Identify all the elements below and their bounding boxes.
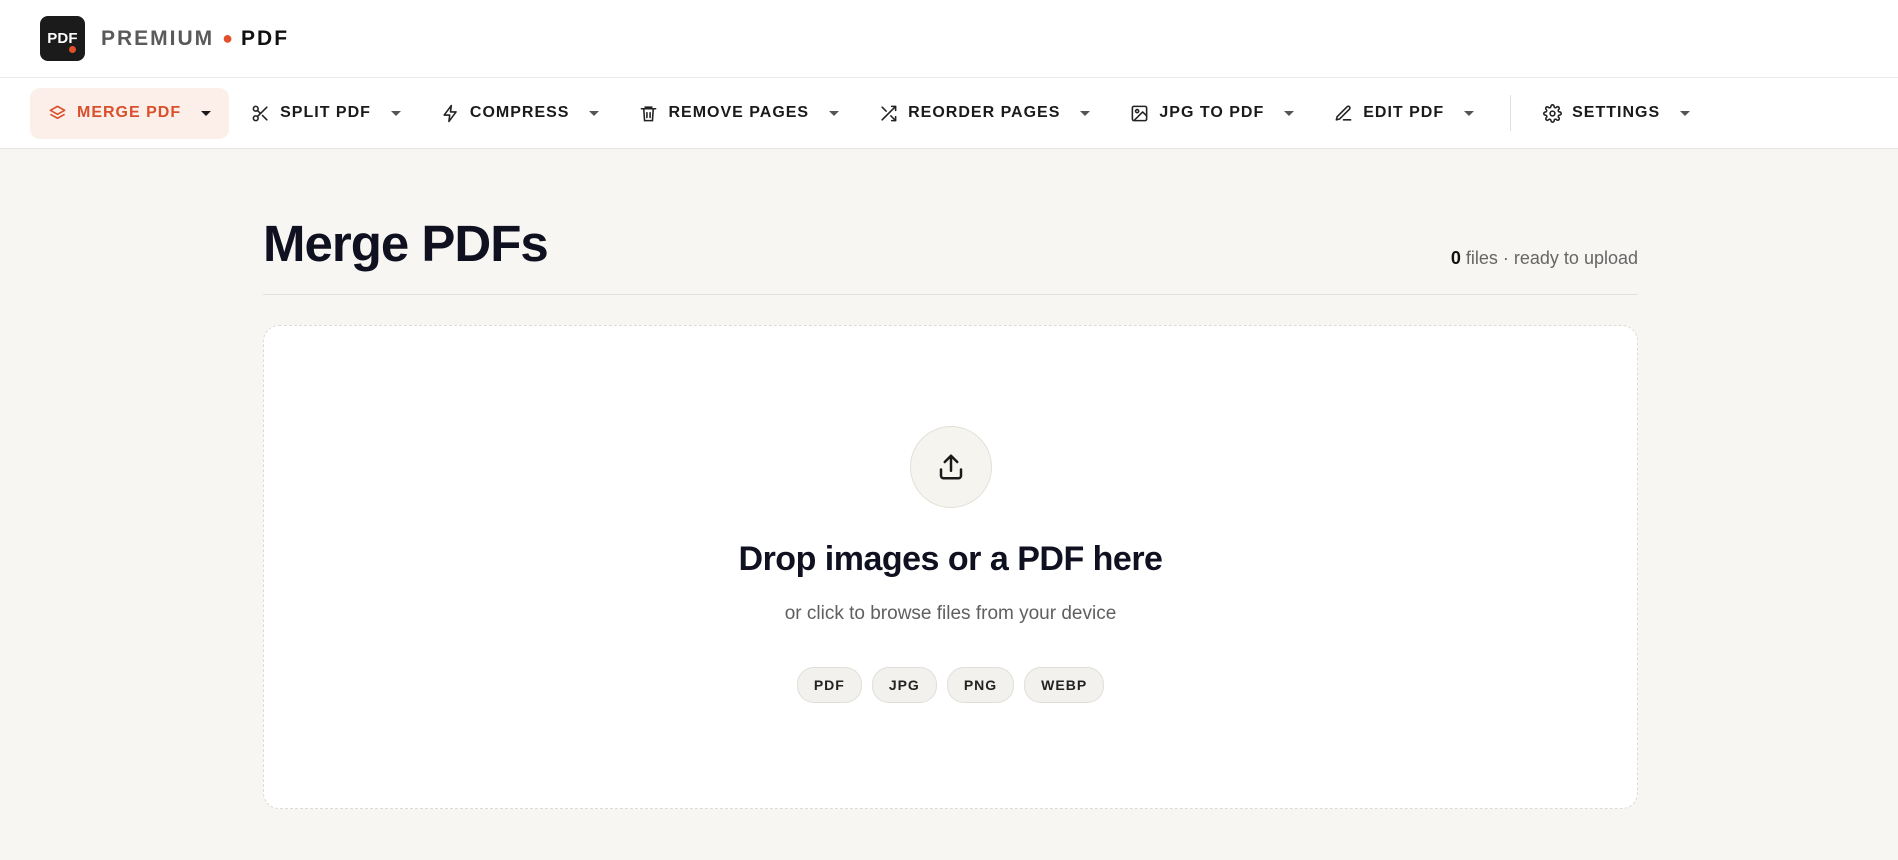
- page-title: Merge PDFs: [263, 215, 549, 272]
- logo-text: PDF: [47, 30, 78, 47]
- image-icon: [1130, 104, 1149, 123]
- nav-edit-pdf[interactable]: EDIT PDF: [1316, 88, 1492, 139]
- file-status-text: files · ready to upload: [1460, 248, 1638, 269]
- file-count-status: 0 files · ready to upload: [1451, 248, 1638, 269]
- format-chip-pdf: PDF: [796, 667, 862, 704]
- nav-reorder-pages-label: REORDER PAGES: [908, 104, 1061, 121]
- nav-compress[interactable]: COMPRESS: [423, 88, 618, 139]
- chevron-down-icon: [201, 110, 212, 116]
- format-chip-png: PNG: [946, 667, 1015, 704]
- chevron-down-icon: [1680, 110, 1691, 116]
- tool-nav: MERGE PDF SPLIT PDF COMPRESS REMOVE PAGE…: [0, 78, 1898, 149]
- brand-name-part2: PDF: [241, 26, 290, 50]
- nav-settings[interactable]: SETTINGS: [1525, 88, 1708, 139]
- dropzone-subtitle: or click to browse files from your devic…: [784, 603, 1117, 625]
- format-chip-jpg: JPG: [871, 667, 937, 704]
- brand-separator: ●: [222, 28, 236, 48]
- nav-edit-pdf-label: EDIT PDF: [1363, 104, 1445, 121]
- main-content: Merge PDFs 0 files · ready to upload Dro…: [263, 150, 1638, 810]
- chevron-down-icon: [390, 110, 401, 116]
- nav-split-pdf[interactable]: SPLIT PDF: [233, 88, 419, 139]
- chevron-down-icon: [1080, 110, 1091, 116]
- app-logo[interactable]: PDF: [40, 16, 85, 61]
- layers-icon: [48, 104, 67, 123]
- format-chips: PDF JPG PNG WEBP: [796, 667, 1105, 704]
- nav-jpg-to-pdf[interactable]: JPG TO PDF: [1112, 88, 1312, 139]
- brand-name-part1: PREMIUM: [101, 26, 215, 50]
- nav-settings-label: SETTINGS: [1572, 104, 1661, 121]
- pen-icon: [1334, 104, 1353, 123]
- file-dropzone[interactable]: Drop images or a PDF here or click to br…: [263, 325, 1638, 810]
- nav-compress-label: COMPRESS: [469, 104, 570, 121]
- chevron-down-icon: [1284, 110, 1295, 116]
- chevron-down-icon: [1464, 110, 1475, 116]
- format-chip-webp: WEBP: [1024, 667, 1105, 704]
- file-count: 0: [1450, 248, 1461, 269]
- nav-remove-pages-label: REMOVE PAGES: [668, 104, 810, 121]
- lightning-icon: [441, 104, 460, 123]
- nav-divider: [1510, 95, 1512, 131]
- nav-reorder-pages[interactable]: REORDER PAGES: [861, 88, 1108, 139]
- dropzone-title: Drop images or a PDF here: [738, 540, 1163, 579]
- scissors-icon: [251, 104, 270, 123]
- top-header: PDF PREMIUM ● PDF: [0, 0, 1898, 78]
- shuffle-icon: [879, 104, 898, 123]
- chevron-down-icon: [829, 110, 840, 116]
- nav-jpg-to-pdf-label: JPG TO PDF: [1159, 104, 1265, 121]
- trash-icon: [639, 104, 658, 123]
- title-row: Merge PDFs 0 files · ready to upload: [263, 150, 1638, 296]
- logo-dot: [69, 46, 76, 53]
- nav-remove-pages[interactable]: REMOVE PAGES: [621, 88, 857, 139]
- upload-icon: [909, 426, 992, 509]
- chevron-down-icon: [589, 110, 600, 116]
- nav-split-pdf-label: SPLIT PDF: [280, 104, 371, 121]
- nav-merge-pdf-label: MERGE PDF: [77, 104, 182, 121]
- gear-icon: [1543, 103, 1563, 123]
- brand-name: PREMIUM ● PDF: [101, 27, 289, 51]
- nav-merge-pdf[interactable]: MERGE PDF: [30, 87, 230, 139]
